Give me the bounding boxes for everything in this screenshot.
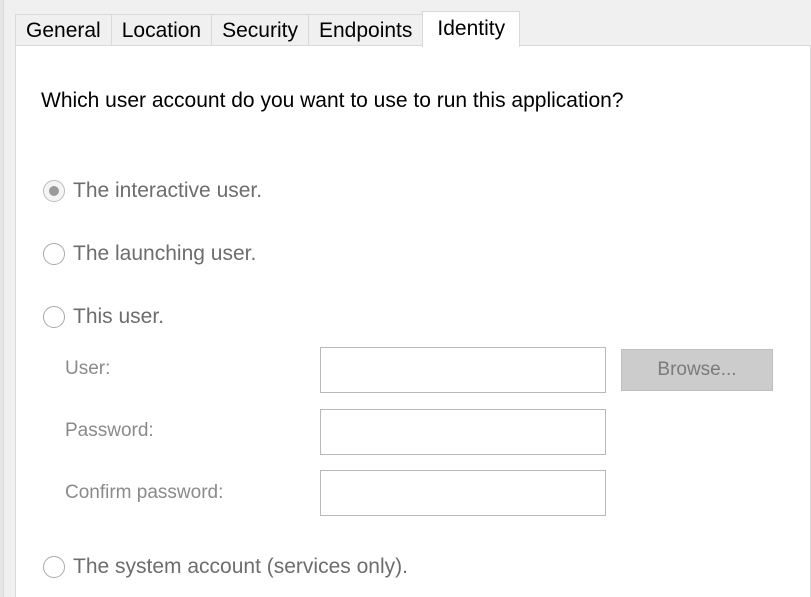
option-system-account[interactable]: The system account (services only).: [43, 555, 408, 579]
password-field-label: Password:: [65, 420, 154, 441]
option-this-user-label: This user.: [73, 305, 165, 328]
password-input[interactable]: [320, 409, 606, 455]
left-border: [0, 0, 4, 597]
option-system-account-label: The system account (services only).: [73, 555, 408, 578]
radio-interactive-user[interactable]: [43, 180, 65, 202]
radio-system-account[interactable]: [43, 556, 65, 578]
tab-general[interactable]: General: [15, 14, 112, 46]
radio-this-user[interactable]: [43, 306, 65, 328]
identity-question: Which user account do you want to use to…: [41, 89, 624, 112]
radio-launching-user[interactable]: [43, 243, 65, 265]
identity-panel: Which user account do you want to use to…: [15, 45, 811, 597]
tab-identity[interactable]: Identity: [422, 11, 521, 47]
tab-security[interactable]: Security: [211, 14, 309, 46]
user-input[interactable]: [320, 347, 606, 393]
tab-endpoints[interactable]: Endpoints: [307, 14, 424, 46]
tab-strip: General Location Security Endpoints Iden…: [15, 10, 521, 47]
confirm-password-field-label: Confirm password:: [65, 482, 224, 503]
user-field-label: User:: [65, 358, 111, 379]
dialog-window: General Location Security Endpoints Iden…: [0, 0, 811, 597]
browse-button[interactable]: Browse...: [621, 349, 773, 391]
confirm-password-input[interactable]: [320, 470, 606, 516]
option-launching-user[interactable]: The launching user.: [43, 242, 256, 266]
option-interactive-user[interactable]: The interactive user.: [43, 179, 262, 203]
option-interactive-user-label: The interactive user.: [73, 179, 263, 202]
option-this-user[interactable]: This user.: [43, 305, 164, 329]
option-launching-user-label: The launching user.: [73, 242, 257, 265]
tab-location[interactable]: Location: [110, 14, 213, 46]
